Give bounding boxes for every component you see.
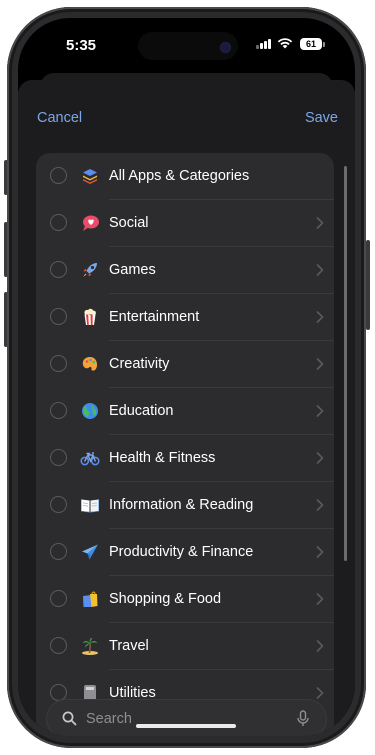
category-label: Productivity & Finance [109, 544, 254, 560]
category-label: Entertainment [109, 309, 200, 325]
phone-screen: 5:35 61 Cancel Save All Apps & Categorie… [18, 18, 355, 736]
category-row[interactable]: Travel [36, 623, 334, 670]
category-row[interactable]: Education [36, 388, 334, 435]
battery-tip [323, 42, 325, 47]
category-label: Utilities [109, 685, 156, 701]
palm-tree-icon [80, 636, 100, 656]
category-row[interactable]: Social [36, 200, 334, 247]
search-icon [62, 711, 77, 726]
selection-radio[interactable] [50, 308, 67, 325]
cancel-button[interactable]: Cancel [37, 110, 82, 126]
selection-radio[interactable] [50, 449, 67, 466]
wifi-icon [277, 38, 293, 49]
selection-radio[interactable] [50, 496, 67, 513]
category-label: Education [109, 403, 174, 419]
category-row[interactable]: Information & Reading [36, 482, 334, 529]
category-label: Creativity [109, 356, 170, 372]
category-label: Shopping & Food [109, 591, 222, 607]
search-field[interactable]: Search [47, 700, 326, 736]
popcorn-icon [80, 307, 100, 327]
screenshot: 5:35 61 Cancel Save All Apps & Categorie… [0, 0, 375, 755]
category-row[interactable]: Games [36, 247, 334, 294]
category-row[interactable]: Productivity & Finance [36, 529, 334, 576]
signal-icon [256, 39, 272, 49]
category-list: All Apps & Categories Social Games Entertai… [36, 153, 334, 736]
category-picker-sheet: Cancel Save All Apps & Categories Social G… [18, 80, 355, 736]
selection-radio[interactable] [50, 214, 67, 231]
chevron-right-icon[interactable] [316, 216, 324, 229]
chevron-right-icon[interactable] [316, 592, 324, 605]
selection-radio[interactable] [50, 402, 67, 419]
status-time: 5:35 [66, 37, 97, 54]
chevron-right-icon[interactable] [316, 451, 324, 464]
category-row[interactable]: All Apps & Categories [36, 153, 334, 200]
power-button [366, 240, 370, 330]
save-button[interactable]: Save [305, 110, 338, 126]
chevron-right-icon[interactable] [316, 310, 324, 323]
bicycle-icon [80, 448, 100, 468]
shopping-bag-icon [80, 589, 100, 609]
globe-icon [80, 401, 100, 421]
paper-plane-icon [80, 542, 100, 562]
category-label: Information & Reading [109, 497, 254, 513]
book-icon [80, 495, 100, 515]
chevron-right-icon[interactable] [316, 639, 324, 652]
selection-radio[interactable] [50, 543, 67, 560]
category-label: Health & Fitness [109, 450, 216, 466]
home-indicator [136, 724, 236, 728]
category-row[interactable]: Health & Fitness [36, 435, 334, 482]
chevron-right-icon[interactable] [316, 686, 324, 699]
rocket-icon [80, 260, 100, 280]
camera-icon [220, 42, 231, 53]
scrollbar[interactable] [344, 166, 347, 561]
search-input[interactable]: Search [86, 711, 132, 727]
speech-bubble-heart-icon [80, 213, 100, 233]
category-row[interactable]: Entertainment [36, 294, 334, 341]
selection-radio[interactable] [50, 637, 67, 654]
selection-radio[interactable] [50, 261, 67, 278]
chevron-right-icon[interactable] [316, 357, 324, 370]
chevron-right-icon[interactable] [316, 545, 324, 558]
selection-radio[interactable] [50, 590, 67, 607]
category-row[interactable]: Shopping & Food [36, 576, 334, 623]
selection-radio[interactable] [50, 684, 67, 701]
chevron-right-icon[interactable] [316, 498, 324, 511]
selection-radio[interactable] [50, 167, 67, 184]
category-label: Travel [109, 638, 149, 654]
battery-icon: 61 [300, 38, 322, 50]
category-label: Games [109, 262, 156, 278]
category-label: Social [109, 215, 149, 231]
chevron-right-icon[interactable] [316, 263, 324, 276]
category-label: All Apps & Categories [109, 168, 250, 184]
category-row[interactable]: Creativity [36, 341, 334, 388]
selection-radio[interactable] [50, 355, 67, 372]
palette-icon [80, 354, 100, 374]
stack-icon [80, 166, 100, 186]
microphone-icon[interactable] [297, 710, 309, 728]
chevron-right-icon[interactable] [316, 404, 324, 417]
